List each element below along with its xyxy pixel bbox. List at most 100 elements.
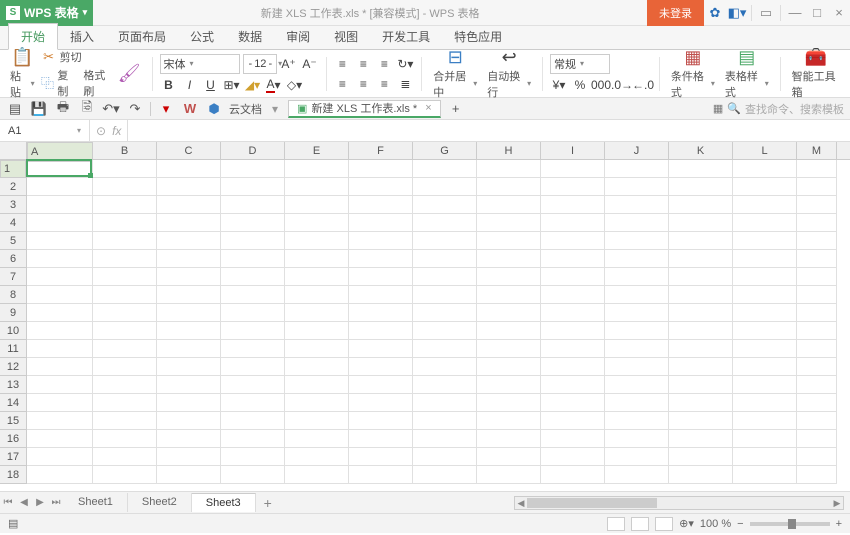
cell[interactable] xyxy=(285,448,349,466)
cell[interactable] xyxy=(157,268,221,286)
cloud-label[interactable]: 云文档 xyxy=(229,101,262,117)
format-painter-label[interactable]: 格式刷 xyxy=(83,67,111,99)
cell[interactable] xyxy=(93,466,157,484)
cell[interactable] xyxy=(477,448,541,466)
dec-decimal-button[interactable]: ←.0 xyxy=(634,76,652,94)
cell[interactable] xyxy=(797,340,837,358)
cell[interactable] xyxy=(27,304,93,322)
cell[interactable] xyxy=(541,250,605,268)
cell[interactable] xyxy=(349,196,413,214)
comma-button[interactable]: 000 xyxy=(592,76,610,94)
cell[interactable] xyxy=(669,394,733,412)
cell[interactable] xyxy=(413,394,477,412)
cell[interactable] xyxy=(93,178,157,196)
horizontal-scrollbar[interactable]: ◀ ▶ xyxy=(514,496,844,510)
cell[interactable] xyxy=(477,358,541,376)
cell[interactable] xyxy=(477,178,541,196)
align-bottom-button[interactable]: ≡ xyxy=(375,55,393,73)
cell[interactable] xyxy=(669,196,733,214)
cell[interactable] xyxy=(349,358,413,376)
undo-icon[interactable]: ↶▾ xyxy=(102,101,120,117)
cell[interactable] xyxy=(733,448,797,466)
cell[interactable] xyxy=(221,466,285,484)
cell[interactable] xyxy=(541,394,605,412)
cells-area[interactable] xyxy=(27,160,850,491)
cell[interactable] xyxy=(349,430,413,448)
cell[interactable] xyxy=(157,304,221,322)
cell[interactable] xyxy=(93,394,157,412)
cell[interactable] xyxy=(797,196,837,214)
cell[interactable] xyxy=(669,412,733,430)
cell[interactable] xyxy=(477,160,541,178)
cell[interactable] xyxy=(733,214,797,232)
border-button[interactable]: ⊞▾ xyxy=(223,76,241,94)
cell[interactable] xyxy=(733,250,797,268)
row-header[interactable]: 8 xyxy=(0,286,26,304)
cell[interactable] xyxy=(669,178,733,196)
cell[interactable] xyxy=(157,358,221,376)
cell[interactable] xyxy=(93,412,157,430)
cell[interactable] xyxy=(733,358,797,376)
cell[interactable] xyxy=(157,466,221,484)
cell[interactable] xyxy=(157,394,221,412)
font-name-select[interactable]: 宋体▾ xyxy=(160,54,240,74)
cell[interactable] xyxy=(93,358,157,376)
cell[interactable] xyxy=(413,430,477,448)
percent-button[interactable]: % xyxy=(571,76,589,94)
cell[interactable] xyxy=(93,430,157,448)
cell[interactable] xyxy=(541,214,605,232)
cell[interactable] xyxy=(27,322,93,340)
tab-formulas[interactable]: 公式 xyxy=(178,24,226,49)
sheet-nav-last[interactable]: ⏭ xyxy=(48,497,64,508)
cell[interactable] xyxy=(157,376,221,394)
col-header[interactable]: K xyxy=(669,142,733,159)
cell[interactable] xyxy=(413,160,477,178)
cell[interactable] xyxy=(413,268,477,286)
cell[interactable] xyxy=(541,322,605,340)
fill-color-button[interactable]: ◢▾ xyxy=(244,76,262,94)
scroll-left-icon[interactable]: ◀ xyxy=(515,497,527,509)
cell[interactable] xyxy=(797,322,837,340)
cell[interactable] xyxy=(93,232,157,250)
window-layout-icon[interactable]: ▭ xyxy=(755,0,777,26)
increase-font-button[interactable]: A⁺ xyxy=(280,55,298,73)
sheet-nav-prev[interactable]: ◀ xyxy=(16,497,32,508)
sheet-tab[interactable]: Sheet1 xyxy=(64,493,128,512)
row-header[interactable]: 16 xyxy=(0,430,26,448)
cell[interactable] xyxy=(541,412,605,430)
cell[interactable] xyxy=(477,196,541,214)
cell[interactable] xyxy=(605,412,669,430)
cell[interactable] xyxy=(221,268,285,286)
cell[interactable] xyxy=(605,196,669,214)
cell[interactable] xyxy=(27,250,93,268)
cell[interactable] xyxy=(477,304,541,322)
minimize-button[interactable]: — xyxy=(784,0,806,26)
fx-reference-icon[interactable]: ⊙ xyxy=(96,124,106,138)
cell[interactable] xyxy=(605,448,669,466)
col-header[interactable]: B xyxy=(93,142,157,159)
sheet-tab[interactable]: Sheet2 xyxy=(128,493,192,512)
scroll-right-icon[interactable]: ▶ xyxy=(831,497,843,509)
col-header[interactable]: H xyxy=(477,142,541,159)
cell[interactable] xyxy=(157,430,221,448)
row-header[interactable]: 17 xyxy=(0,448,26,466)
cell[interactable] xyxy=(541,178,605,196)
cell[interactable] xyxy=(797,178,837,196)
cell[interactable] xyxy=(285,376,349,394)
cell[interactable] xyxy=(541,304,605,322)
search-placeholder[interactable]: 查找命令、搜索模板 xyxy=(745,101,844,117)
tab-home[interactable]: 开始 xyxy=(8,23,58,50)
cell[interactable] xyxy=(669,160,733,178)
bold-button[interactable]: B xyxy=(160,76,178,94)
cell[interactable] xyxy=(221,340,285,358)
cell[interactable] xyxy=(477,232,541,250)
cell[interactable] xyxy=(157,232,221,250)
cell[interactable] xyxy=(733,160,797,178)
underline-button[interactable]: U xyxy=(202,76,220,94)
align-center-button[interactable]: ≡ xyxy=(354,75,372,93)
cell[interactable] xyxy=(285,178,349,196)
save-icon[interactable]: 💾 xyxy=(30,101,48,117)
cell[interactable] xyxy=(605,250,669,268)
tab-developer[interactable]: 开发工具 xyxy=(370,24,442,49)
cell[interactable] xyxy=(349,250,413,268)
